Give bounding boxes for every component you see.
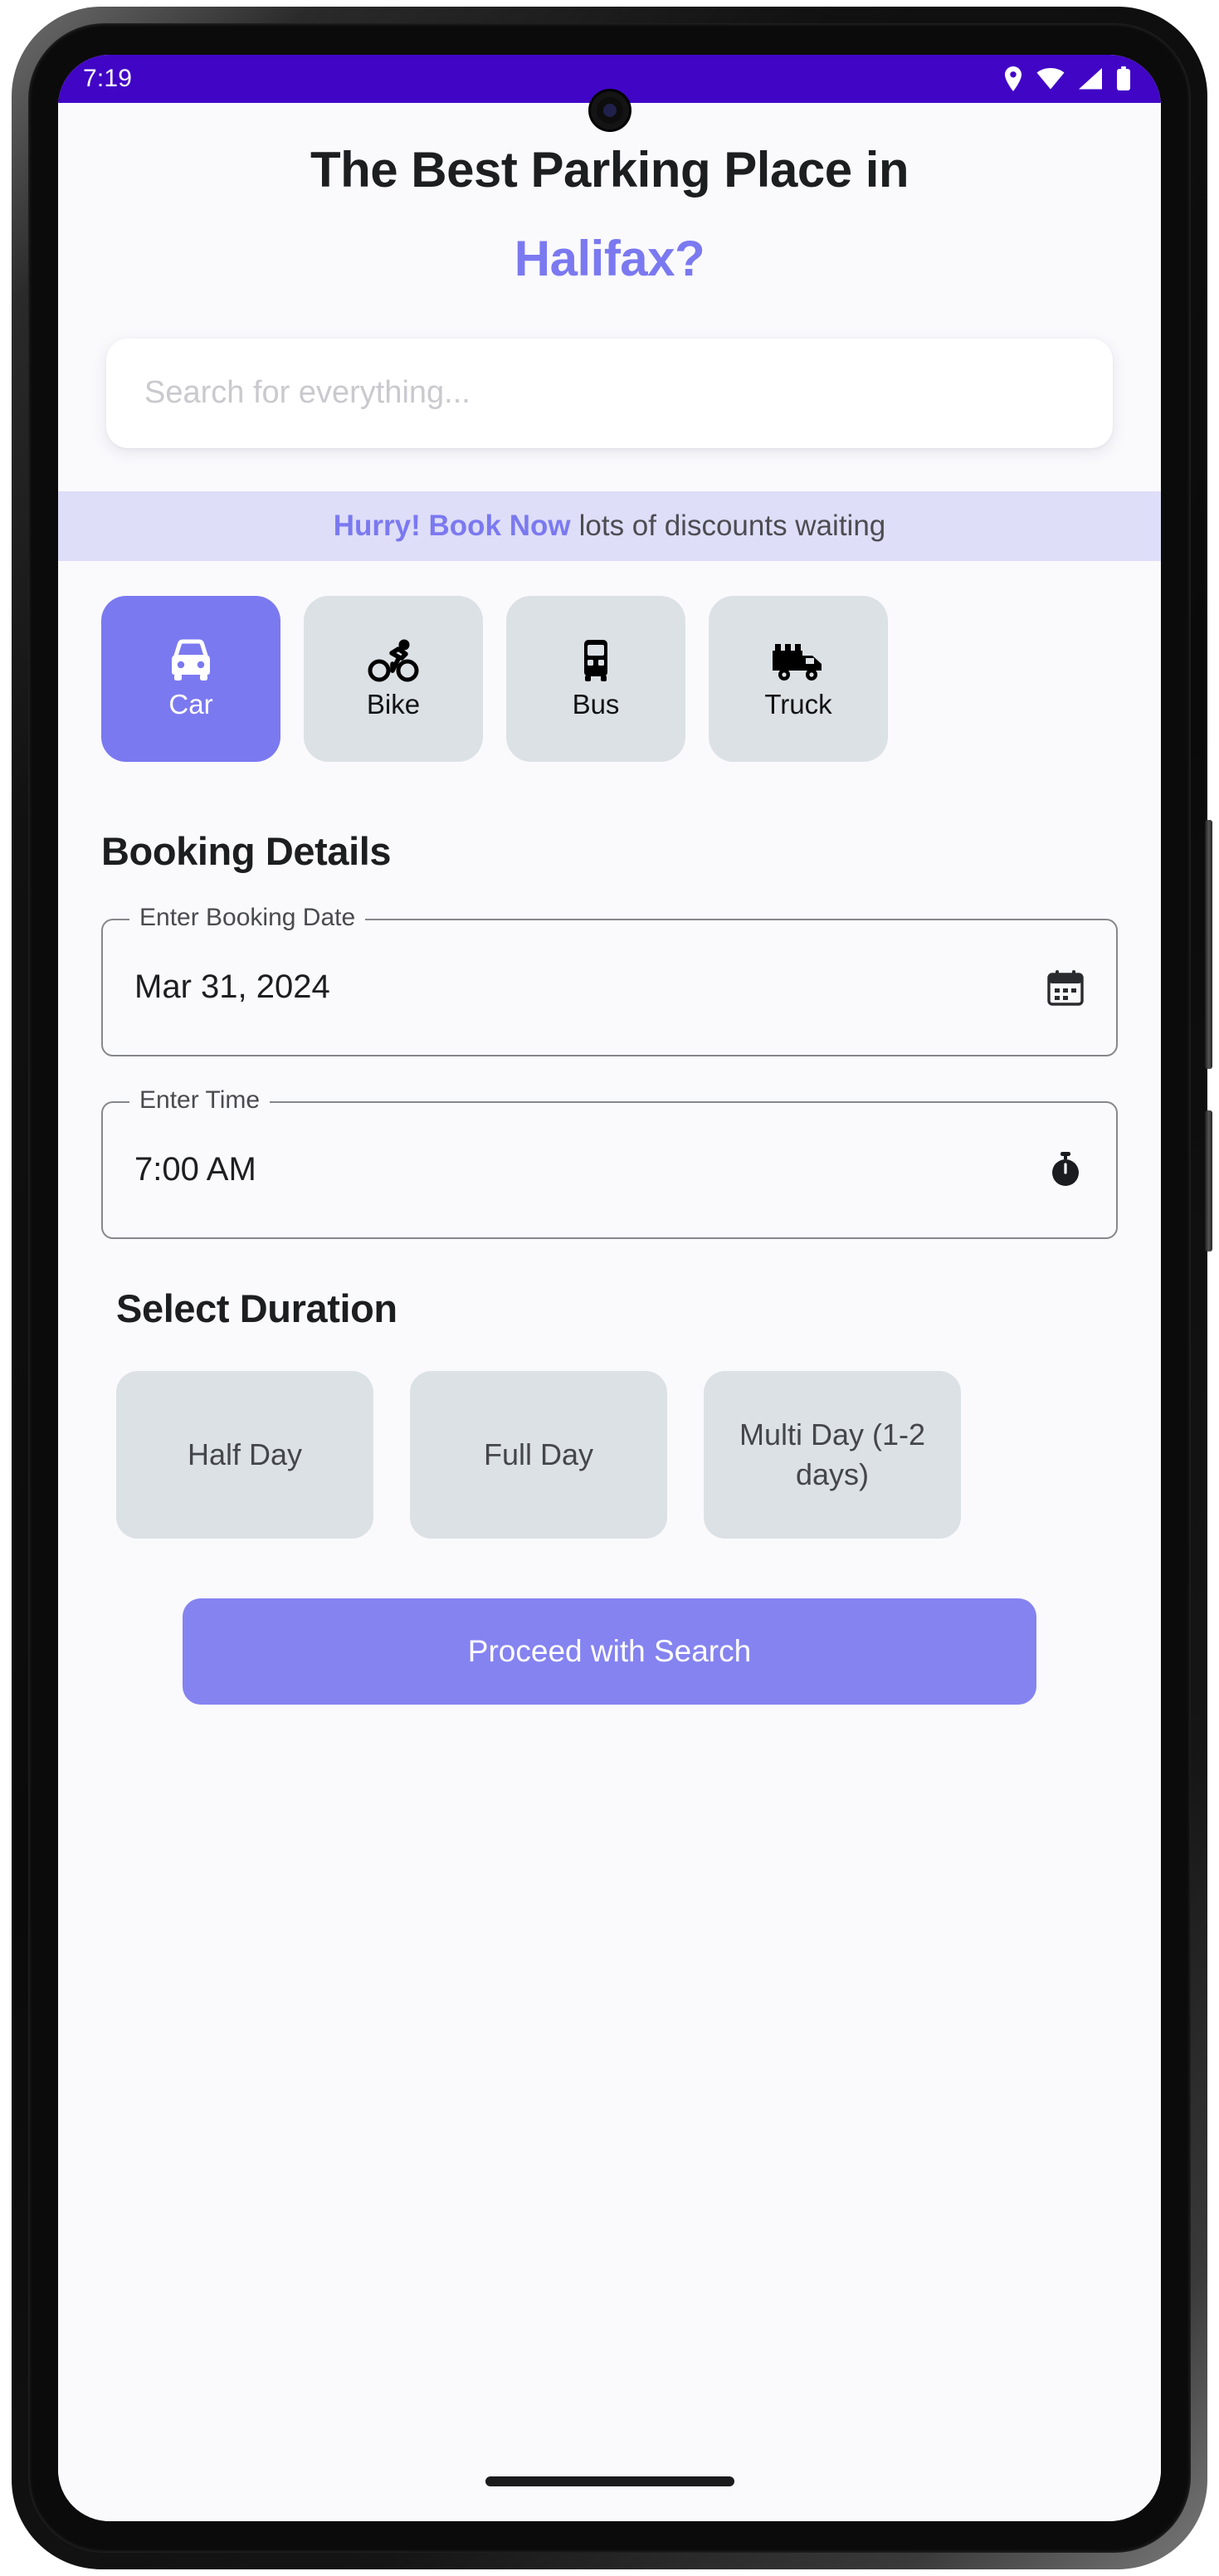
duration-chip-multi-day[interactable]: Multi Day (1-2 days): [704, 1370, 961, 1539]
proceed-container: Proceed with Search: [58, 1539, 1161, 1705]
headline: The Best Parking Place in Halifax?: [58, 103, 1161, 287]
proceed-with-search-button[interactable]: Proceed with Search: [183, 1598, 1036, 1705]
select-duration-heading: Select Duration: [116, 1286, 397, 1330]
location-pin-icon: [1003, 66, 1023, 91]
search-container: [58, 287, 1161, 448]
vehicle-type-selector: Car Bike Bus Truck: [58, 561, 1161, 762]
cellular-signal-icon: [1078, 68, 1103, 90]
calendar-icon[interactable]: [1046, 968, 1085, 1007]
page-title: The Best Parking Place in: [310, 142, 909, 198]
status-bar-icons: [1003, 66, 1131, 91]
bike-icon: [368, 637, 419, 684]
car-icon: [165, 637, 217, 684]
booking-details-heading: Booking Details: [101, 828, 392, 873]
vehicle-chip-car[interactable]: Car: [101, 595, 280, 762]
booking-time-field[interactable]: Enter Time 7:00 AM: [101, 1086, 1118, 1239]
vehicle-chip-bus[interactable]: Bus: [506, 595, 685, 762]
truck-icon: [770, 637, 826, 684]
duration-chip-half-day[interactable]: Half Day: [116, 1370, 373, 1539]
front-camera: [590, 91, 629, 129]
battery-icon: [1116, 66, 1131, 91]
booking-time-label: Enter Time: [129, 1086, 271, 1115]
wifi-icon: [1036, 68, 1065, 90]
home-gesture-pill[interactable]: [485, 2476, 734, 2486]
booking-date-label: Enter Booking Date: [129, 903, 366, 932]
booking-date-value: Mar 31, 2024: [134, 968, 330, 1006]
promo-highlight-text: Hurry! Book Now: [333, 509, 571, 542]
vehicle-chip-car-label: Car: [168, 688, 213, 720]
duration-selector: Half Day Full Day Multi Day (1-2 days): [58, 1331, 1161, 1539]
power-button[interactable]: [1205, 820, 1212, 1069]
timer-icon[interactable]: [1046, 1151, 1085, 1189]
booking-date-box[interactable]: Mar 31, 2024: [101, 918, 1118, 1056]
app-content: The Best Parking Place in Halifax? Hurry…: [58, 103, 1161, 2521]
vehicle-chip-bike-label: Bike: [366, 688, 421, 720]
booking-date-field[interactable]: Enter Booking Date Mar 31, 2024: [101, 903, 1118, 1056]
volume-button[interactable]: [1205, 1110, 1212, 1251]
bus-icon: [570, 637, 622, 684]
phone-screen: 7:19 The Best Parking Place in Halifax? …: [58, 55, 1161, 2521]
page-title-city: Halifax?: [514, 230, 705, 286]
gesture-bar-area: [58, 2442, 1161, 2521]
booking-time-box[interactable]: 7:00 AM: [101, 1100, 1118, 1239]
vehicle-chip-bike[interactable]: Bike: [304, 595, 483, 762]
vehicle-chip-bus-label: Bus: [572, 688, 620, 720]
search-input[interactable]: [106, 338, 1113, 448]
camera-lens-icon: [602, 104, 617, 117]
vehicle-chip-truck-label: Truck: [764, 688, 832, 720]
booking-time-value: 7:00 AM: [134, 1151, 256, 1188]
duration-chip-full-day[interactable]: Full Day: [410, 1370, 667, 1539]
vehicle-chip-truck[interactable]: Truck: [709, 595, 888, 762]
phone-mockup: 7:19 The Best Parking Place in Halifax? …: [12, 7, 1212, 2569]
status-bar-clock: 7:19: [83, 65, 133, 92]
promo-banner[interactable]: Hurry! Book Now lots of discounts waitin…: [58, 490, 1161, 561]
promo-subtext: lots of discounts waiting: [578, 509, 886, 542]
